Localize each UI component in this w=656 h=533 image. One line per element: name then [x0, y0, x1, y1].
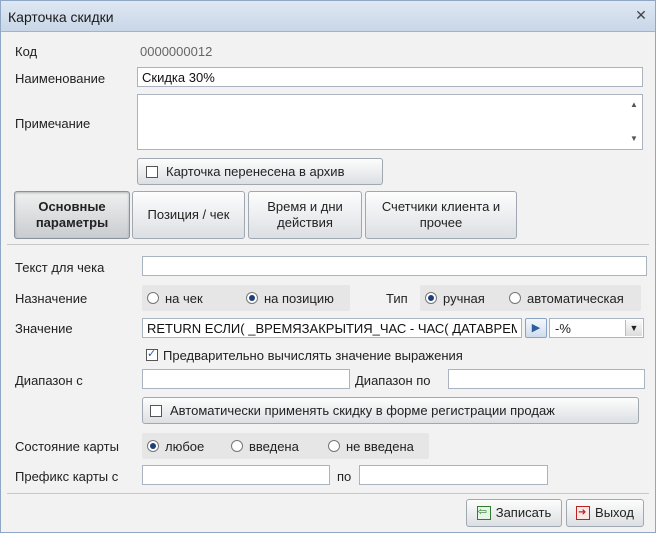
auto-apply-checkbox[interactable]: [150, 404, 162, 417]
card-state-option-not-entered: не введена: [346, 439, 414, 454]
card-prefix-label: Префикс карты с: [15, 469, 119, 484]
close-icon[interactable]: ✕: [633, 7, 649, 23]
name-label: Наименование: [15, 71, 106, 86]
purpose-radio-position[interactable]: [246, 292, 258, 304]
card-prefix-from-input[interactable]: [142, 465, 330, 485]
title-bar: Карточка скидки ✕: [1, 1, 655, 32]
tab-main-params-label: Основные параметры: [35, 199, 109, 230]
scroll-up-icon[interactable]: ▲: [628, 99, 640, 111]
card-prefix-to-label: по: [337, 469, 352, 484]
range-to-label: Диапазон по: [355, 373, 431, 388]
tab-time-days-label: Время и дни действия: [267, 199, 343, 230]
tabs-divider: [7, 244, 649, 245]
tab-position-receipt[interactable]: Позиция / чек: [132, 191, 245, 239]
purpose-option-position: на позицию: [264, 291, 334, 306]
save-label: Записать: [495, 505, 552, 520]
tab-client-counters[interactable]: Счетчики клиента и прочее: [365, 191, 517, 239]
card-state-option-entered: введена: [249, 439, 299, 454]
archive-checkbox[interactable]: [146, 165, 158, 178]
exit-button[interactable]: Выход: [566, 499, 644, 527]
range-from-label: Диапазон с: [15, 373, 83, 388]
type-label: Тип: [386, 291, 408, 306]
type-option-manual: ручная: [443, 291, 485, 306]
value-unit-selected: -%: [555, 321, 571, 336]
purpose-label: Назначение: [15, 291, 88, 306]
type-radio-group: ручная автоматическая: [420, 285, 641, 311]
value-unit-dropdown[interactable]: -% ▼: [549, 318, 644, 338]
card-prefix-to-input[interactable]: [359, 465, 548, 485]
tab-position-receipt-label: Позиция / чек: [147, 207, 230, 222]
value-expression-input[interactable]: [142, 318, 522, 338]
type-radio-auto[interactable]: [509, 292, 521, 304]
name-input[interactable]: [137, 67, 643, 87]
precompute-label: Предварительно вычислять значение выраже…: [163, 348, 463, 363]
code-value: 0000000012: [140, 44, 213, 59]
tab-main-params[interactable]: Основные параметры: [14, 191, 130, 239]
play-icon[interactable]: ▶: [525, 318, 547, 338]
card-state-radio-any[interactable]: [147, 440, 159, 452]
archive-label: Карточка перенесена в архив: [166, 163, 345, 179]
range-to-input[interactable]: [448, 369, 645, 389]
range-from-input[interactable]: [142, 369, 350, 389]
scroll-down-icon[interactable]: ▼: [628, 133, 640, 145]
receipt-text-label: Текст для чека: [15, 260, 105, 275]
save-button[interactable]: Записать: [466, 499, 562, 527]
receipt-text-input[interactable]: [142, 256, 647, 276]
note-label: Примечание: [15, 116, 91, 131]
value-label: Значение: [15, 321, 73, 336]
type-option-auto: автоматическая: [527, 291, 624, 306]
purpose-radio-group: на чек на позицию: [142, 285, 350, 311]
note-textarea[interactable]: ▲ ▼: [137, 94, 643, 150]
code-label: Код: [15, 44, 38, 59]
archive-checkbox-button[interactable]: Карточка перенесена в архив: [137, 158, 383, 185]
save-icon: [476, 504, 491, 520]
exit-label: Выход: [595, 505, 634, 520]
auto-apply-label: Автоматически применять скидку в форме р…: [170, 402, 555, 418]
purpose-radio-receipt[interactable]: [147, 292, 159, 304]
card-state-option-any: любое: [165, 439, 205, 454]
footer-divider: [7, 493, 649, 494]
card-state-label: Состояние карты: [15, 439, 119, 454]
card-state-radio-group: любое введена не введена: [142, 433, 429, 459]
precompute-checkbox[interactable]: [146, 347, 158, 361]
discount-card-window: Карточка скидки ✕ Код 0000000012 Наимено…: [0, 0, 656, 533]
tab-client-counters-label: Счетчики клиента и прочее: [381, 199, 501, 230]
card-state-radio-entered[interactable]: [231, 440, 243, 452]
auto-apply-checkbox-button[interactable]: Автоматически применять скидку в форме р…: [142, 397, 639, 424]
chevron-down-icon[interactable]: ▼: [625, 320, 642, 336]
tab-time-days[interactable]: Время и дни действия: [248, 191, 362, 239]
window-title: Карточка скидки: [8, 9, 114, 25]
type-radio-manual[interactable]: [425, 292, 437, 304]
card-state-radio-not-entered[interactable]: [328, 440, 340, 452]
purpose-option-receipt: на чек: [165, 291, 203, 306]
exit-icon: [576, 505, 591, 521]
